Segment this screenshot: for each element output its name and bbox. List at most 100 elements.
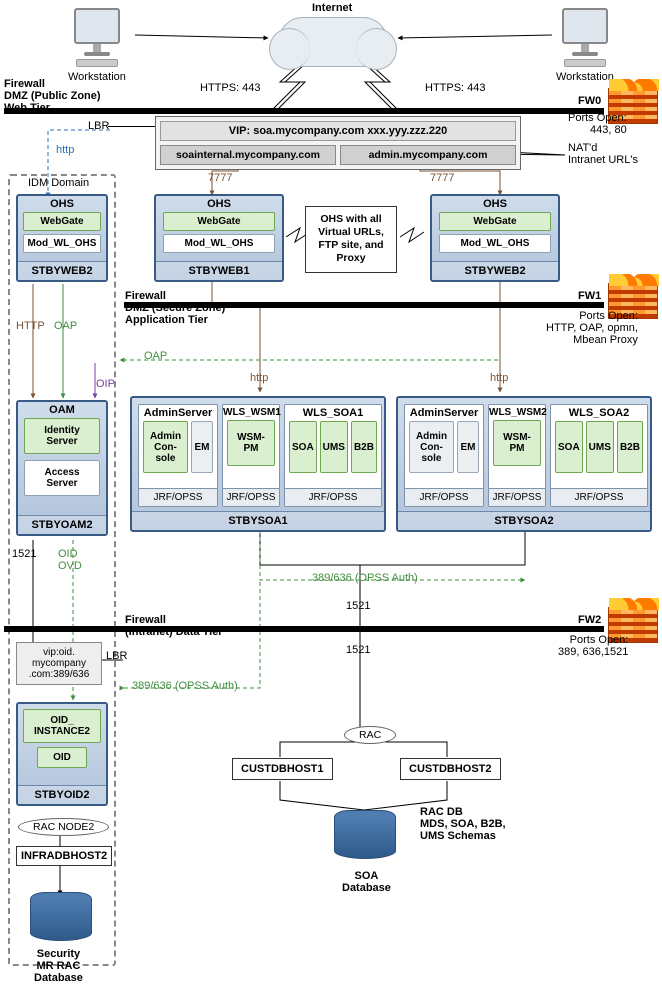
ohs-title: OHS xyxy=(432,196,558,212)
host-oam: OAM Identity Server Access Server STBYOA… xyxy=(16,400,108,536)
opss-auth-top: 389/636 (OPSS Auth) xyxy=(312,572,418,584)
firewall-bar-fw1 xyxy=(124,302,604,308)
fw0-ports: Ports Open: 443, 80 xyxy=(568,112,627,136)
security-db-icon xyxy=(30,892,92,941)
vip-address: VIP: soa.mycompany.com xxx.yyy.zzz.220 xyxy=(160,121,516,141)
ohs-title: OHS xyxy=(156,196,282,212)
infradbhost2-label: INFRADBHOST2 xyxy=(16,846,112,866)
host-stbysoa1: AdminServer Admin Con- sole EM JRF/OPSS … xyxy=(130,396,386,532)
jrf-label: JRF/OPSS xyxy=(223,488,279,506)
https-left: HTTPS: 443 xyxy=(200,82,261,94)
port-7777-right: 7777 xyxy=(430,172,454,184)
url-admin: admin.mycompany.com xyxy=(340,145,516,165)
oap-return: OAP xyxy=(144,350,167,362)
vip-oid-box: vip:oid. mycompany .com:389/636 xyxy=(16,642,102,685)
fw2-label: FW2 xyxy=(578,614,601,626)
idm-domain-label: IDM Domain xyxy=(28,177,89,189)
load-balancer: VIP: soa.mycompany.com xxx.yyy.zzz.220 s… xyxy=(155,116,521,170)
rac-node-label: RAC NODE2 xyxy=(18,818,109,836)
jrf-label: JRF/OPSS xyxy=(285,488,381,506)
nat-label: NAT'd Intranet URL's xyxy=(568,142,638,166)
identity-server-box: Identity Server xyxy=(24,418,100,454)
port-7777-left: 7777 xyxy=(208,172,232,184)
wls-soa2-title: WLS_SOA2 xyxy=(551,405,647,421)
host-label: STBYWEB2 xyxy=(18,261,106,280)
lbr-label: LBR xyxy=(88,120,109,132)
b2b-box: B2B xyxy=(617,421,643,473)
port-1521-bottom: 1521 xyxy=(346,644,370,656)
host-label: STBYSOA2 xyxy=(398,511,650,530)
wls-soa1-title: WLS_SOA1 xyxy=(285,405,381,421)
firewall-app-tier-label: Firewall DMZ (Secure Zone) Application T… xyxy=(125,290,225,326)
adminserver-title: AdminServer xyxy=(139,405,217,421)
internet-cloud xyxy=(278,17,388,67)
jrf-label: JRF/OPSS xyxy=(489,488,545,506)
em-box: EM xyxy=(191,421,213,473)
url-soainternal: soainternal.mycompany.com xyxy=(160,145,336,165)
host-label: STBYSOA1 xyxy=(132,511,384,530)
admin-console-box: Admin Con- sole xyxy=(143,421,188,473)
wsm-pm-box: WSM- PM xyxy=(493,420,541,466)
soa-box: SOA xyxy=(555,421,583,473)
webgate-box: WebGate xyxy=(163,212,275,231)
ums-box: UMS xyxy=(320,421,348,473)
host-idm-ohs: OHS WebGate Mod_WL_OHS STBYWEB2 xyxy=(16,194,108,282)
fw1-label: FW1 xyxy=(578,290,601,302)
fw1-ports: Ports Open: HTTP, OAP, opmn, Mbean Proxy xyxy=(546,310,638,346)
webgate-box: WebGate xyxy=(439,212,551,231)
jrf-label: JRF/OPSS xyxy=(551,488,647,506)
workstation-left: Workstation xyxy=(68,8,126,83)
access-server-box: Access Server xyxy=(24,460,100,496)
oam-title: OAM xyxy=(18,402,106,418)
wls-wsm1-title: WLS_WSM1 xyxy=(223,405,279,420)
lbr-bottom-label: LBR xyxy=(106,650,127,662)
ohs-title: OHS xyxy=(18,196,106,212)
host-oid: OID_ INSTANCE2 OID STBYOID2 xyxy=(16,702,108,806)
http-lane: HTTP xyxy=(16,320,45,332)
https-right: HTTPS: 443 xyxy=(425,82,486,94)
rac-label: RAC xyxy=(344,726,396,744)
http-right: http xyxy=(490,372,508,384)
fw2-ports: Ports Open: 389, 636,1521 xyxy=(558,634,628,658)
host-label: STBYWEB2 xyxy=(432,261,558,280)
b2b-box: B2B xyxy=(351,421,377,473)
rac-db-label: RAC DB MDS, SOA, B2B, UMS Schemas xyxy=(420,806,506,842)
adminserver-title: AdminServer xyxy=(405,405,483,421)
oip-lane: OIP xyxy=(96,378,115,390)
oid-box: OID xyxy=(37,747,87,768)
modwl-box: Mod_WL_OHS xyxy=(163,234,275,253)
jrf-label: JRF/OPSS xyxy=(139,488,217,506)
webgate-box: WebGate xyxy=(23,212,101,231)
opss-auth-bottom: 389/636 (OPSS Auth) xyxy=(132,680,238,692)
custdbhost1-box: CUSTDBHOST1 xyxy=(232,758,333,780)
security-db-label: Security MR RAC Database xyxy=(34,948,83,984)
em-box: EM xyxy=(457,421,479,473)
soa-db-icon xyxy=(334,810,396,859)
wsm-pm-box: WSM- PM xyxy=(227,420,275,466)
host-stbyweb2: OHS WebGate Mod_WL_OHS STBYWEB2 xyxy=(430,194,560,282)
firewall-bar-fw2 xyxy=(4,626,604,632)
ums-box: UMS xyxy=(586,421,614,473)
host-stbysoa2: AdminServer Admin Con- sole EM JRF/OPSS … xyxy=(396,396,652,532)
host-label: STBYWEB1 xyxy=(156,261,282,280)
http-idm-label: http xyxy=(56,144,74,156)
wls-wsm2-title: WLS_WSM2 xyxy=(489,405,545,420)
host-label: STBYOAM2 xyxy=(18,515,106,534)
jrf-label: JRF/OPSS xyxy=(405,488,483,506)
soa-box: SOA xyxy=(289,421,317,473)
workstation-right: Workstation xyxy=(556,8,614,83)
workstation-label: Workstation xyxy=(556,71,614,83)
host-stbyweb1: OHS WebGate Mod_WL_OHS STBYWEB1 xyxy=(154,194,284,282)
oap-lane: OAP xyxy=(54,320,77,332)
custdbhost2-box: CUSTDBHOST2 xyxy=(400,758,501,780)
port-1521-idm: 1521 xyxy=(12,548,36,560)
host-label: STBYOID2 xyxy=(18,785,106,804)
oid-ovd-label: OID OVD xyxy=(58,548,82,572)
internet-label: Internet xyxy=(312,2,352,14)
http-left: http xyxy=(250,372,268,384)
fw0-label: FW0 xyxy=(578,95,601,107)
soa-db-label: SOA Database xyxy=(342,870,391,894)
admin-console-box: Admin Con- sole xyxy=(409,421,454,473)
oid-instance-box: OID_ INSTANCE2 xyxy=(23,709,101,743)
port-1521-mid: 1521 xyxy=(346,600,370,612)
